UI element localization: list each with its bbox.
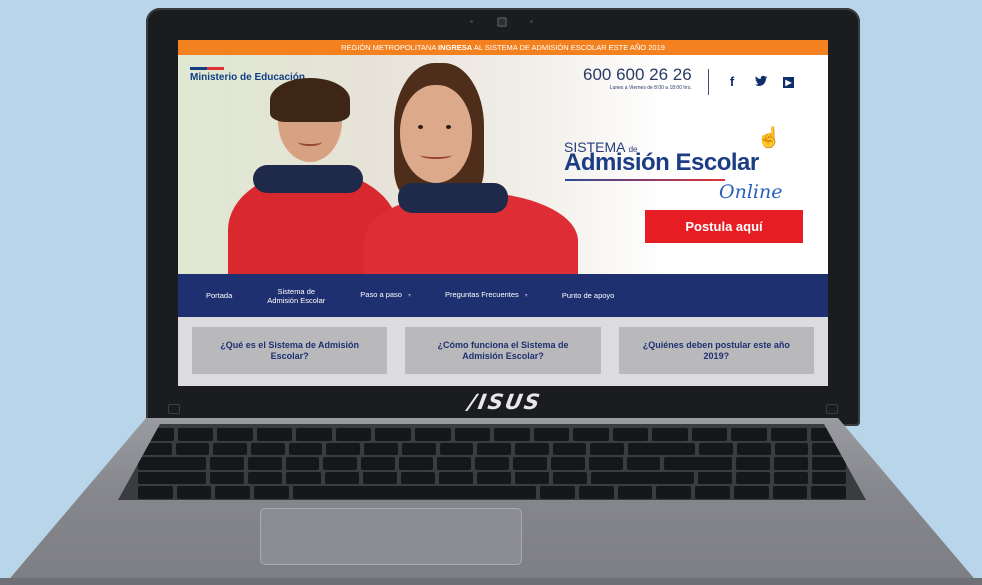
nav-label: Paso a paso [360, 290, 402, 299]
laptop-screen: REGIÓN METROPOLITANA INGRESA AL SISTEMA … [178, 40, 828, 386]
boy-collar [253, 165, 363, 193]
apply-button[interactable]: Postula aquí [645, 210, 803, 243]
main-nav: Portada Sistema de Admisión Escolar Paso… [178, 274, 828, 317]
hero-banner: Ministerio de Educación 600 600 26 26 Lu… [178, 55, 828, 274]
nav-item-preguntas[interactable]: Preguntas Frecuentes ▾ [445, 290, 528, 301]
info-card-what[interactable]: ¿Qué es el Sistema de Admisión Escolar? [192, 327, 388, 374]
smile [298, 138, 322, 146]
nav-label: Preguntas Frecuentes [445, 290, 519, 299]
announcement-text-post: AL SISTEMA DE ADMISIÓN ESCOLAR ESTE AÑO … [472, 43, 665, 52]
nav-item-punto-de-apoyo[interactable]: Punto de apoyo [562, 291, 615, 300]
hinge-icon [168, 404, 180, 414]
announcement-text-bold: INGRESA [438, 43, 473, 52]
logo-online: Online [719, 181, 783, 203]
eye [446, 125, 451, 129]
info-card-who[interactable]: ¿Quiénes deben postular este año 2019? [618, 327, 814, 374]
info-card-how[interactable]: ¿Cómo funciona el Sistema de Admisión Es… [405, 327, 601, 374]
announcement-bar: REGIÓN METROPOLITANA INGRESA AL SISTEMA … [178, 40, 828, 55]
phone-block: 600 600 26 26 Lunes a Viernes de 8:00 a … [583, 65, 692, 91]
girl-collar [398, 183, 508, 213]
keyboard [118, 424, 866, 500]
phone-number: 600 600 26 26 [583, 65, 692, 84]
nav-item-paso-a-paso[interactable]: Paso a paso ▾ [360, 290, 411, 301]
laptop-base-edge [0, 578, 982, 585]
header-divider [708, 69, 709, 95]
announcement-text-pre: REGIÓN METROPOLITANA [341, 43, 439, 52]
sensor-icon [530, 20, 533, 23]
touchpad[interactable] [260, 508, 522, 565]
logo-admision: Admisión Escolar [564, 149, 759, 176]
nav-item-portada[interactable]: Portada [206, 291, 232, 300]
girl-face [400, 85, 472, 183]
sensor-icon [470, 20, 473, 23]
phone-hours: Lunes a Viernes de 8:00 a 18:00 hrs. [609, 85, 692, 91]
nav-item-sistema[interactable]: Sistema de Admisión Escolar [266, 287, 326, 305]
brand-logo: /ISUS [466, 390, 544, 414]
twitter-icon[interactable] [754, 75, 768, 89]
eye [418, 125, 423, 129]
info-cards: ¿Qué es el Sistema de Admisión Escolar? … [178, 317, 828, 386]
facebook-icon[interactable]: f [725, 75, 739, 89]
logo-underline [565, 179, 725, 181]
hinge-icon [826, 404, 838, 414]
smile [420, 151, 452, 159]
chevron-down-icon: ▾ [407, 293, 411, 299]
pointing-hand-icon: ☝ [756, 127, 782, 149]
government-flag-stripe [190, 67, 224, 70]
webcam-icon [497, 17, 507, 27]
chevron-down-icon: ▾ [524, 293, 528, 299]
boy-hair [270, 78, 350, 122]
youtube-icon[interactable]: ▶ [783, 77, 794, 88]
